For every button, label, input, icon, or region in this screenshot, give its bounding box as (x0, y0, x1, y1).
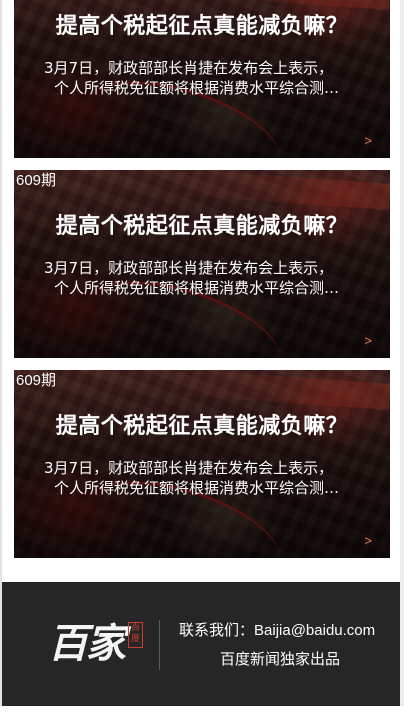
chevron-right-icon[interactable]: > (364, 134, 372, 148)
card-summary: 3月7日，财政部部长肖捷在发布会上表示， 个人所得税免征额将根据消费水平综合测… (44, 458, 374, 498)
bottom-edge (0, 706, 404, 714)
article-card[interactable]: 提高个税起征点真能减负嘛？ 3月7日，财政部部长肖捷在发布会上表示， 个人所得税… (14, 0, 390, 158)
card-summary-line: 3月7日，财政部部长肖捷在发布会上表示， (44, 59, 334, 77)
chevron-right-icon[interactable]: > (364, 534, 372, 548)
issue-label: 609期 (16, 372, 57, 389)
article-feed: 提高个税起征点真能减负嘛？ 3月7日，财政部部长肖捷在发布会上表示， 个人所得税… (2, 0, 400, 582)
footer-credit: 百度新闻独家出品 (220, 650, 341, 668)
chevron-right-icon[interactable]: > (364, 334, 372, 348)
card-summary-line: 个人所得税免征额将根据消费水平综合测… (54, 279, 340, 297)
card-summary-line: 个人所得税免征额将根据消费水平综合测… (54, 79, 340, 97)
card-summary-line: 3月7日，财政部部长肖捷在发布会上表示， (44, 259, 334, 277)
card-title[interactable]: 提高个税起征点真能减负嘛？ (14, 412, 390, 440)
baijia-logo: 百家 百度 (48, 618, 144, 674)
footer-contact: 联系我们：Baijia@baidu.com (179, 620, 375, 641)
footer: 百家 百度 联系我们：Baijia@baidu.com 百度新闻独家出品 (2, 582, 400, 706)
issue-label: 609期 (16, 172, 57, 189)
baidu-stamp: 百度 (128, 622, 143, 648)
article-card[interactable]: 609期 提高个税起征点真能减负嘛？ 3月7日，财政部部长肖捷在发布会上表示， … (14, 170, 390, 358)
contact-label: 联系我们： (179, 621, 255, 639)
contact-email-link[interactable]: Baijia@baidu.com (254, 622, 375, 639)
card-title[interactable]: 提高个税起征点真能减负嘛？ (14, 12, 390, 40)
page: 提高个税起征点真能减负嘛？ 3月7日，财政部部长肖捷在发布会上表示， 个人所得税… (0, 0, 404, 714)
footer-divider (159, 620, 160, 670)
card-summary-line: 个人所得税免征额将根据消费水平综合测… (54, 479, 340, 497)
baijia-logo-text: 百家 (48, 620, 126, 667)
card-summary: 3月7日，财政部部长肖捷在发布会上表示， 个人所得税免征额将根据消费水平综合测… (44, 258, 374, 298)
card-title[interactable]: 提高个税起征点真能减负嘛？ (14, 212, 390, 240)
article-card[interactable]: 609期 提高个税起征点真能减负嘛？ 3月7日，财政部部长肖捷在发布会上表示， … (14, 370, 390, 558)
card-summary: 3月7日，财政部部长肖捷在发布会上表示， 个人所得税免征额将根据消费水平综合测… (44, 58, 374, 98)
card-summary-line: 3月7日，财政部部长肖捷在发布会上表示， (44, 459, 334, 477)
